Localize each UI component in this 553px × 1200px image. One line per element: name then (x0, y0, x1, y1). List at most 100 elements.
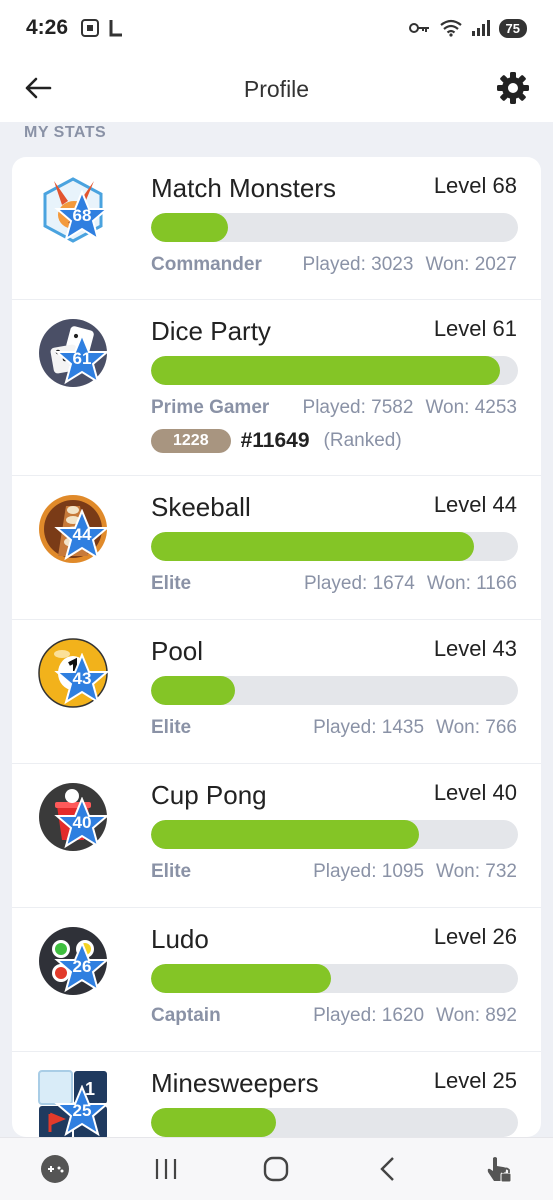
system-back-button[interactable] (365, 1147, 409, 1191)
game-launcher-icon (41, 1155, 70, 1183)
level-progress-bar (151, 532, 518, 561)
level-badge: 68 (54, 189, 110, 246)
played-count: Played: 3023 (302, 254, 414, 275)
arrow-left-icon (25, 77, 52, 99)
level-badge-number: 43 (72, 669, 92, 688)
game-name: Cup Pong (151, 780, 267, 810)
back-button[interactable] (22, 72, 54, 104)
section-label: MY STATS (24, 124, 107, 141)
level-badge: 26 (54, 940, 110, 997)
home-button[interactable] (254, 1147, 298, 1191)
game-name: Pool (151, 636, 204, 666)
played-count: Played: 1674 (303, 573, 415, 594)
game-row-skeeball[interactable]: 44 Skeeball Level 44 Elite Played: 1674 W… (12, 476, 541, 620)
game-name: Dice Party (151, 316, 271, 346)
level-badge: 43 (54, 652, 110, 709)
won-count: Won: 892 (436, 1005, 517, 1026)
level-progress-bar (151, 964, 518, 993)
game-level: Level 25 (433, 1068, 517, 1093)
rank-title: Elite (151, 717, 192, 738)
level-progress-bar (151, 676, 518, 705)
stats-card: 68 Match Monsters Level 68 Commander Pla… (12, 157, 541, 1137)
level-progress-fill (151, 532, 474, 561)
battery-indicator: 75 (498, 18, 527, 38)
level-progress-fill (151, 1108, 276, 1137)
page-title: Profile (243, 75, 310, 102)
rank-title: Elite (151, 861, 192, 882)
touch-lock-icon (487, 1157, 512, 1183)
game-row-pool[interactable]: 43 Pool Level 43 Elite Played: 1435 Won: … (12, 620, 541, 764)
level-badge-number: 61 (72, 349, 92, 368)
level-progress-bar (151, 356, 518, 385)
recent-apps-icon (155, 1159, 176, 1179)
level-badge-number: 26 (72, 957, 92, 976)
level-badge-number: 25 (72, 1101, 92, 1120)
level-progress-fill (151, 820, 419, 849)
key-icon (408, 23, 429, 33)
game-stats: Played: 3023 Won: 2027 (303, 254, 517, 276)
level-progress-fill (151, 356, 500, 385)
screenshot-icon (81, 19, 100, 37)
played-count: Played: 7582 (302, 397, 414, 418)
wifi-icon (439, 19, 462, 37)
won-count: Won: 766 (436, 717, 517, 738)
level-progress-bar (151, 820, 518, 849)
settings-button[interactable] (495, 70, 531, 106)
game-name: Ludo (151, 924, 209, 954)
game-stats: Played: 7582 Won: 4253 (303, 397, 517, 419)
game-level: Level 26 (433, 924, 517, 949)
level-badge: 44 (54, 508, 110, 565)
game-stats: Played: 1674 Won: 1166 (304, 573, 517, 595)
level-progress-fill (151, 213, 229, 242)
level-badge: 61 (54, 332, 110, 389)
won-count: Won: 1166 (426, 573, 517, 594)
game-name: Minesweepers (151, 1068, 319, 1098)
game-stats: Played: 1435 Won: 766 (313, 717, 517, 739)
app-bar: Profile (0, 56, 553, 122)
ranked-position: #11649 (240, 429, 310, 452)
won-count: Won: 4253 (425, 397, 517, 418)
rank-title: Prime Gamer (151, 397, 270, 418)
game-name: Match Monsters (151, 173, 336, 203)
touch-lock-button[interactable] (476, 1147, 520, 1191)
game-row-cup-pong[interactable]: 40 Cup Pong Level 40 Elite Played: 1095 W… (12, 764, 541, 908)
elo-badge: 1228 (151, 429, 231, 453)
level-badge-number: 44 (72, 525, 92, 544)
back-icon (380, 1157, 394, 1181)
rank-title: Elite (151, 573, 192, 594)
played-count: Played: 1435 (313, 717, 425, 738)
level-progress-fill (151, 676, 236, 705)
game-level: Level 68 (433, 173, 517, 198)
game-level: Level 61 (433, 316, 517, 341)
game-level: Level 44 (433, 492, 517, 517)
game-level: Level 40 (433, 780, 517, 805)
played-count: Played: 1620 (313, 1005, 425, 1026)
level-badge-number: 68 (72, 206, 92, 225)
home-icon (264, 1156, 289, 1182)
game-row-match-monsters[interactable]: 68 Match Monsters Level 68 Commander Pla… (12, 157, 541, 300)
game-launcher-button[interactable] (33, 1147, 77, 1191)
rank-title: Commander (151, 254, 262, 275)
game-level: Level 43 (433, 636, 517, 661)
game-stats: Played: 1620 Won: 892 (313, 1005, 517, 1027)
played-count: Played: 1095 (313, 861, 425, 882)
ranked-label: (Ranked) (323, 430, 402, 451)
game-row-minesweepers[interactable]: 1 25 Minesweepers Level 25 (12, 1052, 541, 1137)
game-name: Skeeball (151, 492, 251, 522)
game-row-ludo[interactable]: 26 Ludo Level 26 Captain Played: 1620 Won… (12, 908, 541, 1052)
game-row-dice-party[interactable]: 61 Dice Party Level 61 Prime Gamer Playe… (12, 300, 541, 476)
won-count: Won: 2027 (425, 254, 517, 275)
level-badge: 40 (54, 796, 110, 853)
level-progress-bar (151, 1108, 518, 1137)
rank-title: Captain (151, 1005, 221, 1026)
game-stats: Played: 1095 Won: 732 (313, 861, 517, 883)
ranked-info: 1228 #11649 (Ranked) (151, 429, 402, 453)
status-bar: 4:26 75 (0, 0, 553, 56)
gear-icon (497, 72, 529, 104)
recent-apps-button[interactable] (144, 1147, 188, 1191)
level-progress-fill (151, 964, 331, 993)
level-badge: 25 (54, 1084, 110, 1137)
won-count: Won: 732 (436, 861, 517, 882)
level-progress-bar (151, 213, 518, 242)
system-nav-bar (0, 1137, 553, 1200)
